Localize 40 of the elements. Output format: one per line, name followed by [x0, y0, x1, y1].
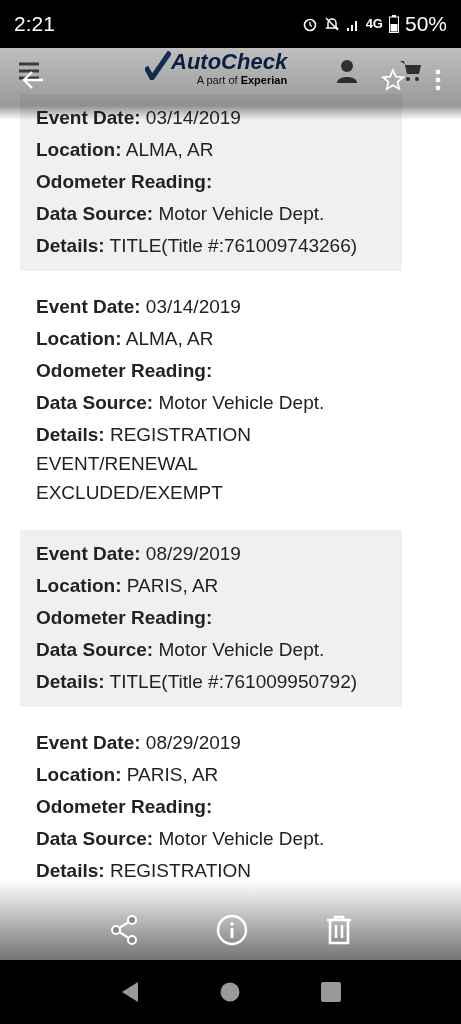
status-time: 2:21 — [14, 11, 55, 38]
logo-subtitle: A part of Experian — [195, 74, 288, 86]
record-field: Location: ALMA, AR — [36, 135, 386, 164]
menu-icon — [16, 61, 41, 81]
record-field: Event Date: 08/29/2019 — [36, 728, 386, 757]
recents-button[interactable] — [320, 982, 341, 1002]
cart-icon — [398, 59, 423, 83]
record-field: Data Source: Motor Vehicle Dept. — [36, 199, 386, 228]
back-button[interactable] — [22, 70, 44, 90]
battery-icon — [388, 15, 399, 33]
record-field: Odometer Reading: — [36, 603, 386, 632]
record-field: Data Source: Motor Vehicle Dept. — [36, 388, 386, 417]
record-field: Details: REGISTRATION — [36, 856, 386, 885]
record-field: Location: ALMA, AR — [36, 324, 386, 353]
share-button[interactable] — [108, 914, 139, 946]
record-field: Data Source: Motor Vehicle Dept. — [36, 635, 386, 664]
record-field: Event Date: 08/29/2019 — [36, 539, 386, 568]
network-type: 4G — [365, 15, 383, 34]
user-icon — [335, 59, 358, 83]
record-field: Odometer Reading: — [36, 167, 386, 196]
record-field: Details: TITLE(Title #:761009743266) — [36, 231, 386, 260]
checkmark-icon — [145, 50, 171, 80]
favorite-button[interactable] — [381, 68, 405, 92]
record-field: Event Date: 03/14/2019 — [36, 103, 386, 132]
battery-level: 50% — [404, 11, 447, 38]
record-field: Details: TITLE(Title #:761009950792) — [36, 667, 386, 696]
logo-title: AutoCheck — [171, 50, 288, 74]
record-field: Location: PARIS, AR — [36, 760, 386, 789]
record-field: Details: REGISTRATION EVENT/RENEWAL EXCLUDED/EXEMPT — [36, 420, 386, 507]
info-button[interactable] — [216, 914, 249, 946]
muted-bell-icon — [323, 16, 340, 32]
alarm-icon — [301, 16, 318, 32]
record-field: Odometer Reading: — [36, 792, 386, 821]
record-field: Event Date: 03/14/2019 — [36, 292, 386, 321]
delete-button[interactable] — [326, 915, 353, 945]
record-field: Odometer Reading: — [36, 356, 386, 385]
back-nav-button[interactable] — [120, 981, 141, 1003]
record-field: Location: PARIS, AR — [36, 571, 386, 600]
record-field: Data Source: Motor Vehicle Dept. — [36, 824, 386, 853]
home-button[interactable] — [220, 982, 241, 1002]
